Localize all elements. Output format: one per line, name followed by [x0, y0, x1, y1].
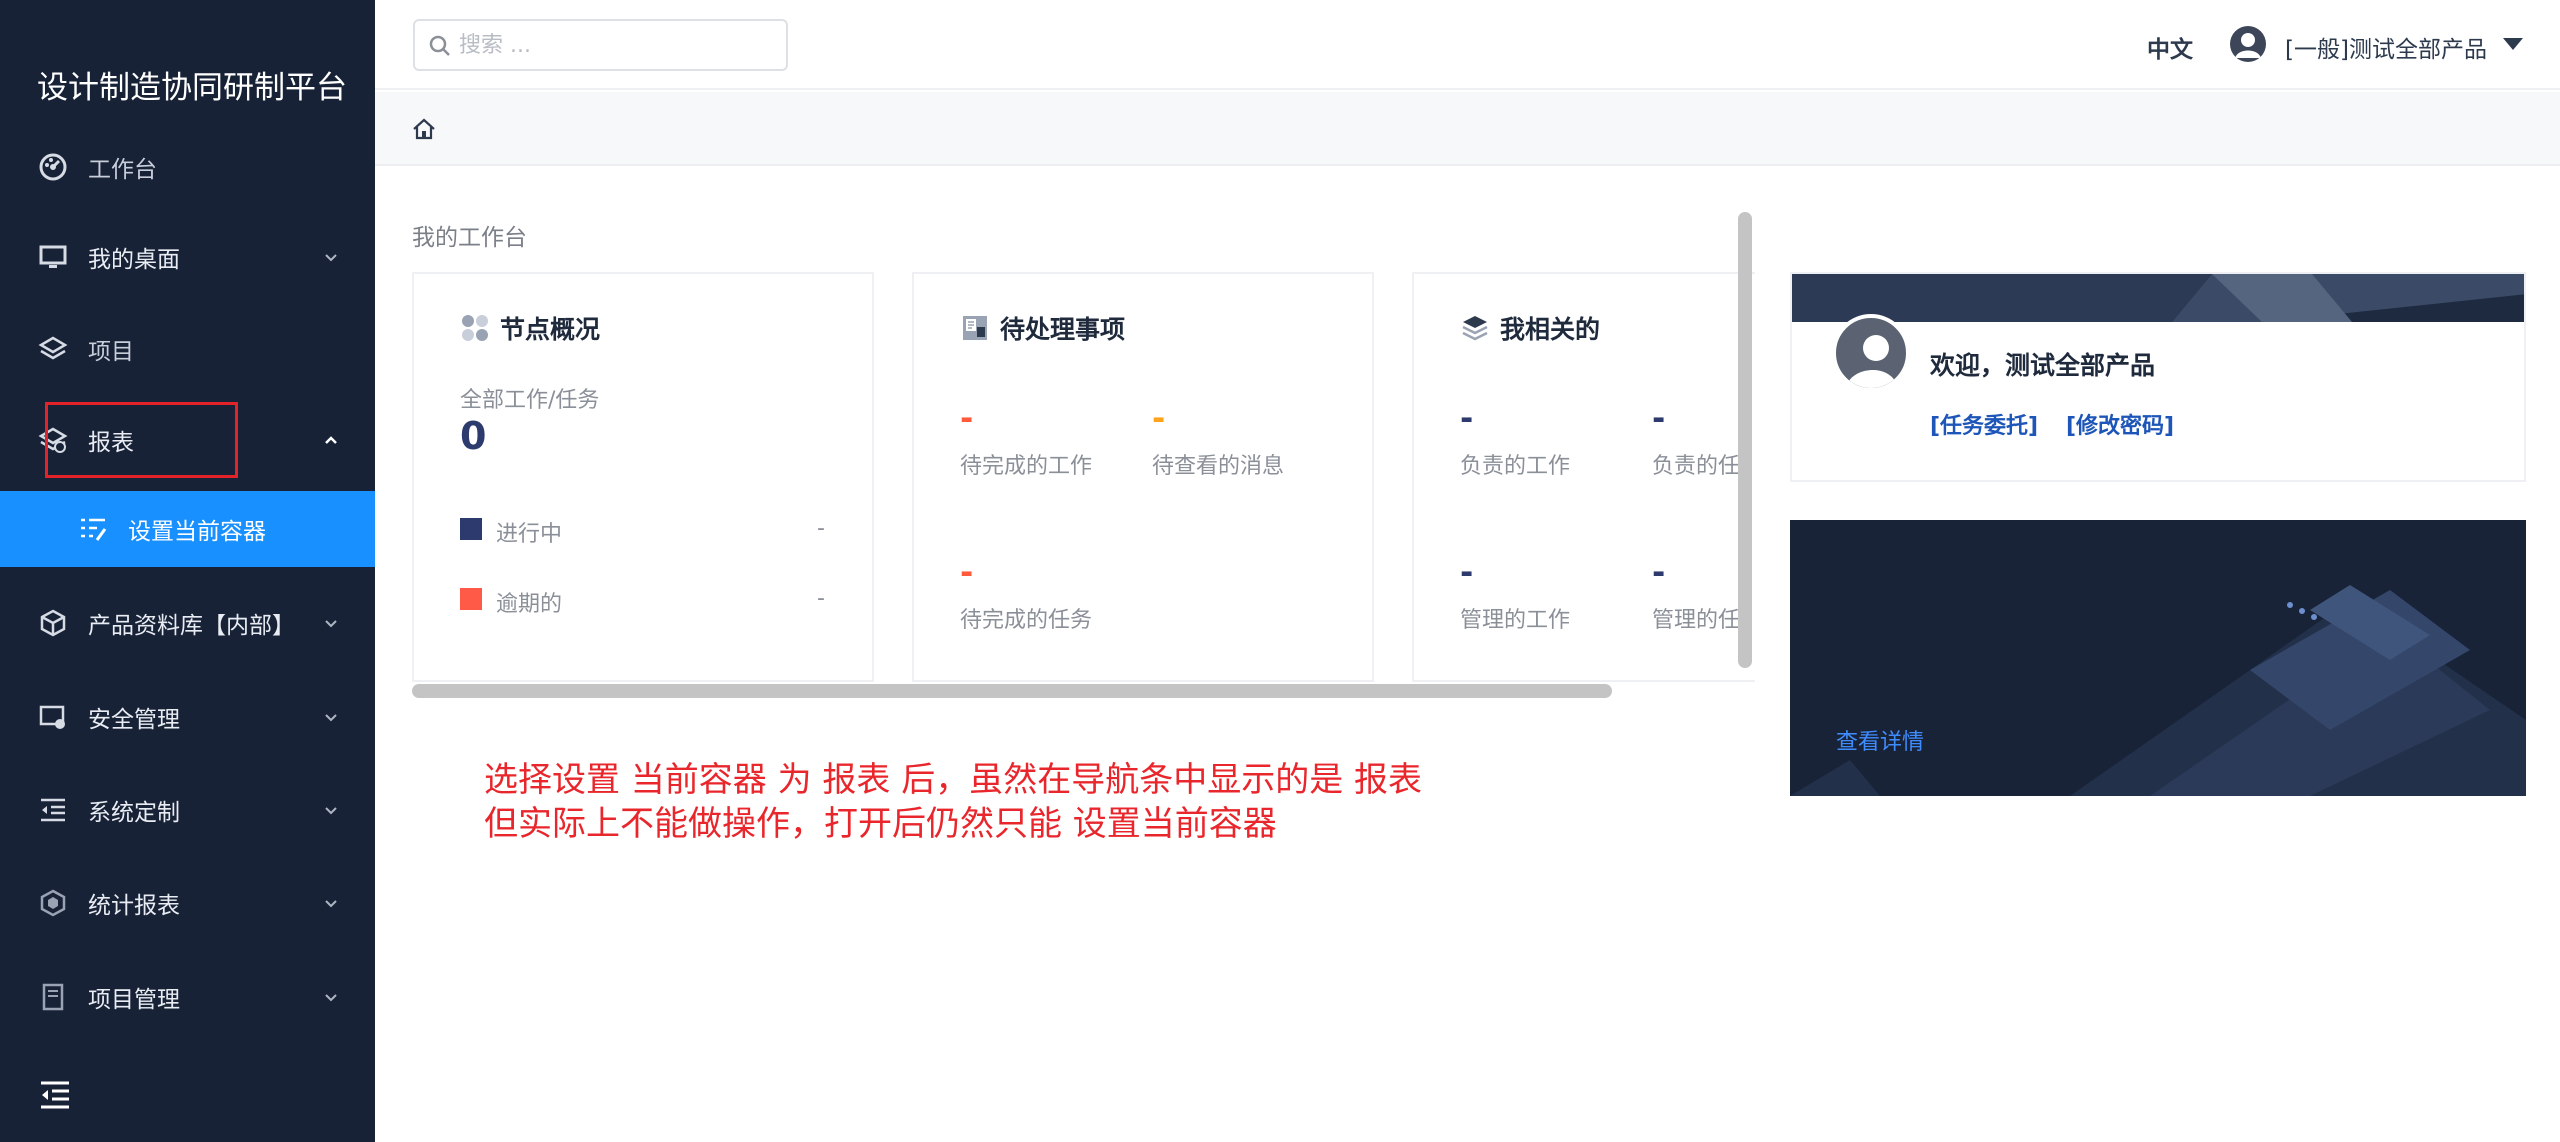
- card-title: 待处理事项: [1000, 315, 1126, 344]
- card-header: 节点概况: [460, 310, 600, 346]
- collapse-sidebar-icon[interactable]: [38, 1078, 72, 1112]
- card-header: 待处理事项: [960, 310, 1125, 346]
- task-delegate-link[interactable]: [任务委托]: [1930, 408, 2038, 440]
- dashboard-icon: [38, 152, 68, 182]
- pending-doc-icon: [960, 313, 990, 343]
- sidebar-item-label: 工作台: [88, 157, 157, 183]
- card-pending: 待处理事项 - 待完成的工作 - 待查看的消息 - 待完成的任务: [912, 272, 1374, 682]
- sidebar-item-my-desktop[interactable]: 我的桌面: [0, 228, 375, 286]
- highlight-annotation-box: [45, 402, 238, 478]
- language-switch[interactable]: 中文: [2147, 30, 2193, 64]
- welcome-title: 欢迎，测试全部产品: [1930, 351, 2156, 380]
- breadcrumb: [375, 92, 2560, 166]
- hexagon-icon: [38, 888, 68, 918]
- sidebar-item-label: 我的桌面: [88, 247, 180, 273]
- change-password-link[interactable]: [修改密码]: [2066, 408, 2174, 440]
- search-box: [413, 19, 788, 71]
- chevron-up-icon: [322, 431, 340, 449]
- pending-tasks-label: 待完成的任务: [960, 608, 1093, 633]
- sidebar-subitem-set-container[interactable]: 设置当前容器: [0, 491, 375, 567]
- user-avatar-icon[interactable]: [2230, 26, 2266, 62]
- workbench-cards: 节点概况 全部工作/任务 0 进行中 - 逾期的 - 待处理事项 - 待完成的工…: [375, 200, 1755, 700]
- card-related: 我相关的 - 负责的工作 - 负责的任 - 管理的工作 - 管理的任: [1412, 272, 1755, 682]
- pending-messages-value[interactable]: -: [1152, 402, 1165, 434]
- card-node-overview: 节点概况 全部工作/任务 0 进行中 - 逾期的 -: [412, 272, 874, 682]
- related-managed-work-label: 管理的工作: [1460, 608, 1571, 633]
- related-managed-work-value[interactable]: -: [1460, 556, 1473, 588]
- sidebar-item-system-custom[interactable]: 系统定制: [0, 781, 375, 839]
- pending-tasks-value[interactable]: -: [960, 556, 973, 588]
- search-input[interactable]: [459, 29, 769, 61]
- user-avatar-large-icon: [1832, 314, 1910, 392]
- search-icon: [429, 35, 451, 57]
- indent-icon: [38, 795, 68, 825]
- welcome-banner-graphic: [1792, 274, 2524, 322]
- chevron-down-icon: [322, 614, 340, 632]
- top-header: 中文 [一般]测试全部产品: [375, 0, 2560, 90]
- sidebar-item-label: 项目: [88, 339, 134, 365]
- security-screen-icon: [38, 702, 68, 732]
- sidebar-item-security[interactable]: 安全管理: [0, 688, 375, 746]
- monitor-icon: [38, 242, 68, 272]
- sidebar: 设计制造协同研制平台 工作台 我的桌面 项目 报表 设置当前容器 产品资料库【内…: [0, 0, 375, 1142]
- chevron-down-icon: [322, 801, 340, 819]
- caret-down-icon[interactable]: [2503, 38, 2523, 50]
- app-root: 设计制造协同研制平台 工作台 我的桌面 项目 报表 设置当前容器 产品资料库【内…: [0, 0, 2560, 1142]
- related-managed-tasks-value[interactable]: -: [1652, 556, 1665, 588]
- stack-icon: [1460, 313, 1490, 343]
- chevron-down-icon: [322, 988, 340, 1006]
- legend-in-progress-label: 进行中: [496, 522, 563, 547]
- sidebar-item-label: 统计报表: [88, 893, 180, 919]
- sidebar-item-label: 项目管理: [88, 987, 180, 1013]
- layers-icon: [38, 334, 68, 364]
- card-title: 节点概况: [500, 315, 601, 344]
- related-owned-tasks-value[interactable]: -: [1652, 402, 1665, 434]
- sidebar-item-statistics[interactable]: 统计报表: [0, 874, 375, 932]
- card-subtitle: 全部工作/任务: [460, 388, 600, 413]
- nodes-icon: [460, 313, 490, 343]
- view-details-link[interactable]: 查看详情: [1836, 724, 1924, 756]
- annotation-note: 选择设置 当前容器 为 报表 后，虽然在导航条中显示的是 报表 但实际上不能做操…: [484, 758, 1422, 846]
- welcome-panel: 欢迎，测试全部产品 [任务委托] [修改密码]: [1790, 272, 2526, 482]
- legend-overdue-swatch: [460, 588, 482, 610]
- home-icon[interactable]: [411, 116, 437, 142]
- legend-in-progress-swatch: [460, 518, 482, 540]
- sidebar-item-label: 系统定制: [88, 800, 180, 826]
- related-owned-tasks-label: 负责的任: [1652, 454, 1741, 479]
- sidebar-item-workbench[interactable]: 工作台: [0, 138, 375, 196]
- sidebar-item-label: 安全管理: [88, 707, 180, 733]
- pending-work-value[interactable]: -: [960, 402, 973, 434]
- total-count: 0: [460, 414, 487, 458]
- related-owned-work-label: 负责的工作: [1460, 454, 1571, 479]
- user-name[interactable]: [一般]测试全部产品: [2285, 30, 2487, 64]
- horizontal-scrollbar[interactable]: [412, 684, 1612, 698]
- sidebar-item-product-library[interactable]: 产品资料库【内部】: [0, 594, 375, 652]
- legend-overdue-value: -: [817, 586, 825, 611]
- card-title: 我相关的: [1500, 315, 1601, 344]
- chevron-down-icon: [322, 894, 340, 912]
- book-icon: [38, 982, 68, 1012]
- sidebar-item-project-management[interactable]: 项目管理: [0, 968, 375, 1026]
- sidebar-item-project[interactable]: 项目: [0, 320, 375, 378]
- chevron-down-icon: [322, 248, 340, 266]
- cube-icon: [38, 608, 68, 638]
- promo-panel: 查看详情: [1790, 520, 2526, 796]
- sidebar-item-label: 产品资料库【内部】: [88, 613, 295, 639]
- related-owned-work-value[interactable]: -: [1460, 402, 1473, 434]
- sidebar-item-label: 设置当前容器: [128, 519, 266, 545]
- app-title: 设计制造协同研制平台: [37, 70, 347, 106]
- vertical-scrollbar[interactable]: [1738, 212, 1752, 668]
- annotation-line-1: 选择设置 当前容器 为 报表 后，虽然在导航条中显示的是 报表: [484, 760, 1423, 800]
- legend-in-progress-value: -: [817, 516, 825, 541]
- legend-overdue-label: 逾期的: [496, 592, 563, 617]
- chevron-down-icon: [322, 708, 340, 726]
- edit-list-icon: [78, 514, 108, 544]
- pending-messages-label: 待查看的消息: [1152, 454, 1285, 479]
- pending-work-label: 待完成的工作: [960, 454, 1093, 479]
- card-header: 我相关的: [1460, 310, 1600, 346]
- annotation-line-2: 但实际上不能做操作，打开后仍然只能 设置当前容器: [484, 804, 1277, 844]
- related-managed-tasks-label: 管理的任: [1652, 608, 1741, 633]
